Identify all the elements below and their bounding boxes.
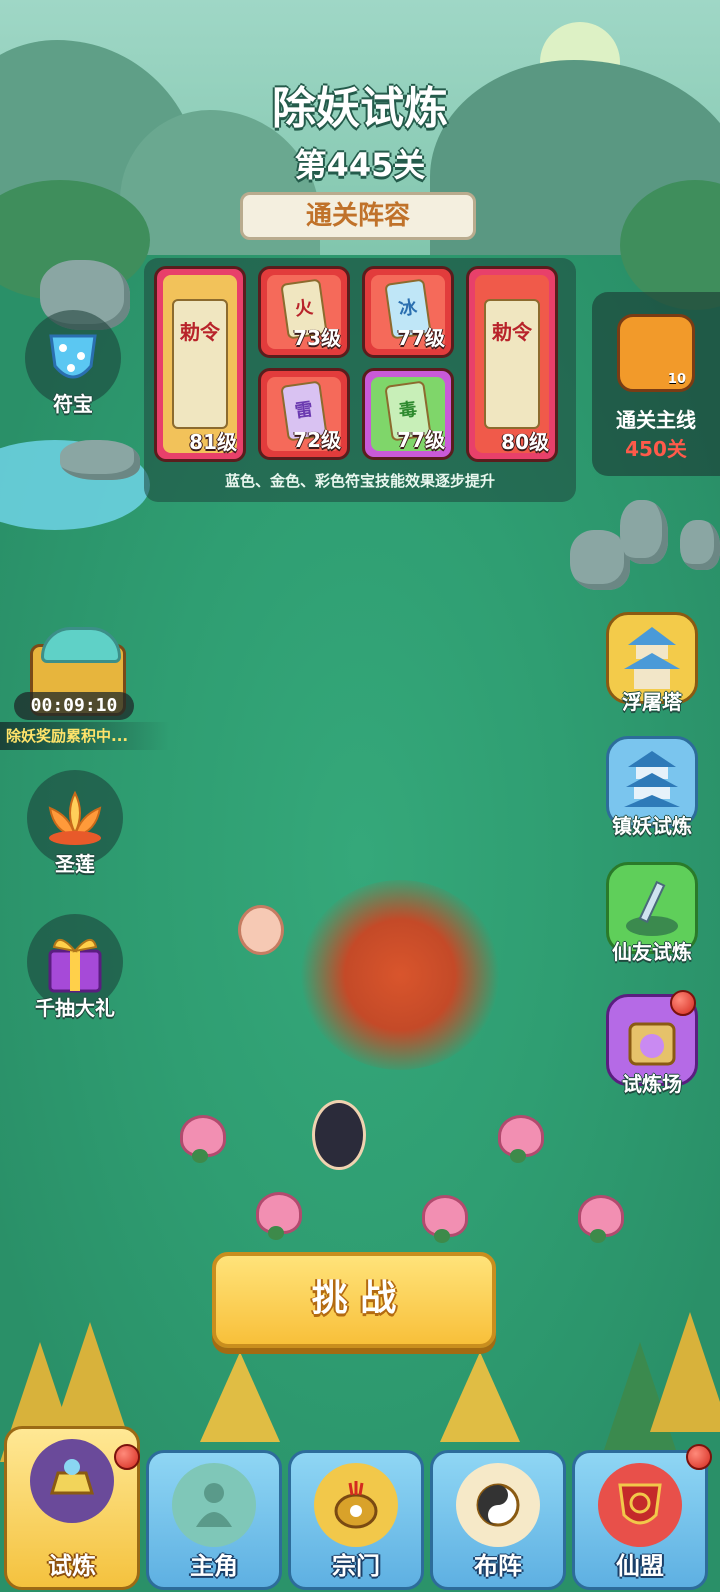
talisman-card[interactable]: 雷 72级 bbox=[258, 368, 350, 460]
talisman-gem-icon bbox=[49, 334, 97, 379]
emblem-count: 10 bbox=[667, 372, 686, 387]
notification-dot bbox=[686, 1444, 712, 1470]
talisman-card[interactable]: 勅令 81级 bbox=[154, 266, 246, 462]
nav-alliance[interactable]: 仙盟 bbox=[572, 1450, 708, 1590]
talisman-label: 符宝 bbox=[53, 392, 93, 416]
talisman-card[interactable]: 冰 77级 bbox=[362, 266, 454, 358]
alliance-icon bbox=[598, 1463, 682, 1547]
arena-gate-icon bbox=[628, 1022, 676, 1066]
talisman-scroll-icon: 勅令 bbox=[484, 299, 540, 429]
pagoda-tower-button[interactable]: 浮屠塔 bbox=[596, 612, 708, 715]
notification-dot bbox=[114, 1444, 140, 1470]
rock bbox=[620, 500, 668, 564]
nav-formation[interactable]: 布阵 bbox=[430, 1450, 566, 1590]
rock bbox=[60, 440, 140, 480]
deer-pet bbox=[238, 905, 284, 955]
mainline-progress[interactable]: 10 通关主线 450关 bbox=[592, 292, 720, 476]
enemy-horde bbox=[300, 880, 500, 1070]
notification-dot bbox=[670, 990, 696, 1016]
nav-alliance-label: 仙盟 bbox=[616, 1552, 664, 1580]
talisman-level: 73级 bbox=[293, 326, 341, 350]
mainline-label: 通关主线 bbox=[616, 408, 696, 432]
friend-trial-label: 仙友试炼 bbox=[612, 940, 692, 964]
talisman-scroll-icon: 勅令 bbox=[172, 299, 228, 429]
talisman-level: 72级 bbox=[293, 428, 341, 452]
talisman-card[interactable]: 毒 77级 bbox=[362, 368, 454, 460]
pink-flower bbox=[574, 1195, 624, 1243]
arena-label: 试炼场 bbox=[622, 1072, 682, 1096]
lotus-label: 圣莲 bbox=[55, 852, 95, 876]
cauldron-icon bbox=[314, 1463, 398, 1547]
talisman-card[interactable]: 勅令 80级 bbox=[466, 266, 558, 462]
pine-tree bbox=[50, 1322, 130, 1442]
pink-flower bbox=[176, 1115, 226, 1163]
pink-flower bbox=[252, 1192, 302, 1240]
nav-sect-label: 宗门 bbox=[332, 1552, 380, 1580]
stage-number: 第445关 bbox=[294, 146, 426, 184]
demon-tower-icon bbox=[624, 751, 680, 807]
gift-button[interactable]: 千抽大礼 bbox=[20, 914, 130, 1021]
nav-formation-label: 布阵 bbox=[474, 1552, 522, 1580]
formation-icon bbox=[456, 1463, 540, 1547]
nav-trial-label: 试炼 bbox=[48, 1552, 96, 1580]
clear-lineup-tab[interactable]: 通关阵容 bbox=[240, 192, 476, 240]
bottom-nav: 试炼 主角 宗门 布阵 仙盟 bbox=[0, 1426, 720, 1592]
reward-accumulating-text: 除妖奖励累积中... bbox=[0, 722, 170, 750]
lotus-icon bbox=[48, 790, 102, 845]
talisman-level: 77级 bbox=[397, 326, 445, 350]
page-title: 除妖试炼 bbox=[272, 83, 448, 134]
talisman-level: 81级 bbox=[189, 430, 237, 454]
suppress-demon-label: 镇妖试炼 bbox=[612, 814, 692, 838]
suppress-demon-button[interactable]: 镇妖试炼 bbox=[596, 736, 708, 839]
friend-trial-button[interactable]: 仙友试炼 bbox=[596, 862, 708, 965]
pink-flower bbox=[494, 1115, 544, 1163]
gift-box-icon bbox=[48, 939, 102, 993]
lotus-button[interactable]: 圣莲 bbox=[20, 770, 130, 877]
hero-swordsman bbox=[312, 1100, 366, 1170]
gift-label: 千抽大礼 bbox=[35, 996, 115, 1020]
talisman-button[interactable]: 符宝 bbox=[18, 310, 128, 417]
nav-hero[interactable]: 主角 bbox=[146, 1450, 282, 1590]
challenge-button[interactable]: 挑 战 bbox=[212, 1252, 496, 1348]
rock bbox=[680, 520, 720, 570]
talisman-level: 80级 bbox=[501, 430, 549, 454]
pagoda-tower-label: 浮屠塔 bbox=[622, 690, 682, 714]
talisman-card[interactable]: 火 73级 bbox=[258, 266, 350, 358]
reward-timer: 00:09:10 bbox=[14, 692, 134, 720]
pine-tree bbox=[650, 1312, 720, 1432]
sword-island-icon bbox=[626, 880, 678, 936]
nav-hero-label: 主角 bbox=[190, 1552, 238, 1580]
talisman-level: 77级 bbox=[397, 428, 445, 452]
pink-flower bbox=[418, 1195, 468, 1243]
altar-icon bbox=[30, 1439, 114, 1523]
nav-sect[interactable]: 宗门 bbox=[288, 1450, 424, 1590]
hero-icon bbox=[172, 1463, 256, 1547]
mainline-value: 450关 bbox=[625, 437, 687, 461]
flame-emblem-icon: 10 bbox=[617, 314, 695, 392]
talisman-upgrade-note: 蓝色、金色、彩色符宝技能效果逐步提升 bbox=[224, 472, 495, 490]
pagoda-icon bbox=[624, 627, 680, 689]
